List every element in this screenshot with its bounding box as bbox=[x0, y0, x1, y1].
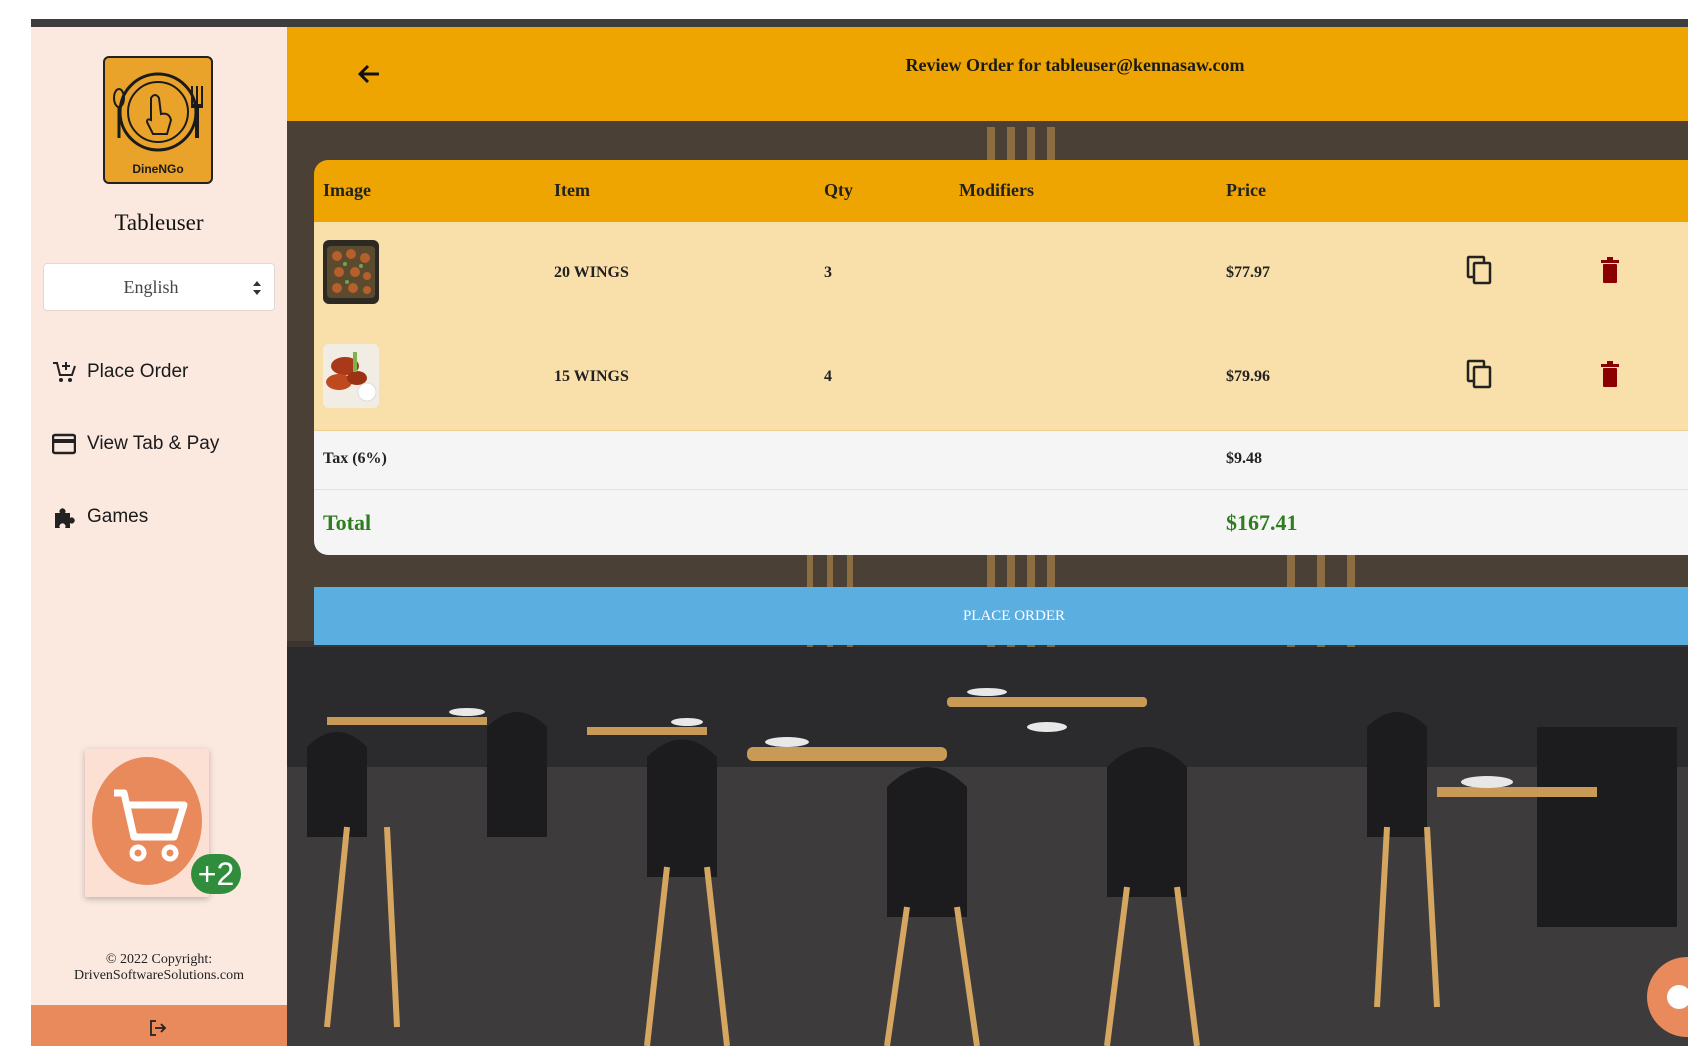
language-select[interactable]: English bbox=[43, 263, 275, 311]
copyright-line1: © 2022 Copyright: bbox=[105, 952, 213, 967]
item-qty: 3 bbox=[824, 264, 832, 281]
tax-value: $9.48 bbox=[1226, 450, 1262, 467]
total-value: $167.41 bbox=[1226, 510, 1298, 535]
main-content: Review Order for tableuser@kennasaw.com … bbox=[287, 27, 1688, 1046]
nav-label: Games bbox=[87, 506, 149, 527]
col-modifiers: Modifiers bbox=[959, 180, 1034, 200]
username: Tableuser bbox=[114, 210, 204, 235]
window-top-border bbox=[31, 19, 1688, 27]
copy-icon[interactable] bbox=[1466, 359, 1494, 389]
page-title: Review Order for tableuser@kennasaw.com bbox=[905, 55, 1245, 75]
copyright: © 2022 Copyright: DrivenSoftwareSolution… bbox=[31, 952, 287, 984]
sidebar: DineNGo Tableuser English Place Order Vi… bbox=[31, 27, 287, 1046]
order-table: Image Item Qty Modifiers Price 20 WINGS … bbox=[314, 160, 1688, 555]
language-value: English bbox=[123, 277, 179, 297]
item-price: $77.97 bbox=[1226, 264, 1270, 281]
nav-label: View Tab & Pay bbox=[87, 433, 220, 454]
table-row: 15 WINGS 4 $79.96 bbox=[314, 326, 1688, 431]
dinengo-logo: DineNGo bbox=[103, 56, 213, 184]
tax-label: Tax (6%) bbox=[323, 450, 387, 467]
total-row: Total $167.41 bbox=[314, 490, 1688, 555]
logo-text: DineNGo bbox=[132, 162, 184, 176]
item-name: 20 WINGS bbox=[554, 264, 629, 281]
item-thumbnail bbox=[323, 344, 379, 408]
cart-circle bbox=[92, 757, 202, 885]
trash-icon[interactable] bbox=[1601, 361, 1619, 387]
nav-view-tab-pay[interactable]: View Tab & Pay bbox=[51, 424, 271, 464]
trash-icon[interactable] bbox=[1601, 257, 1619, 283]
credit-card-icon bbox=[51, 431, 77, 457]
header-bar: Review Order for tableuser@kennasaw.com bbox=[287, 27, 1688, 121]
logout-button[interactable] bbox=[31, 1005, 287, 1046]
tax-row: Tax (6%) $9.48 bbox=[314, 431, 1688, 490]
copyright-line2: DrivenSoftwareSolutions.com bbox=[74, 968, 244, 983]
puzzle-icon bbox=[51, 504, 77, 530]
logout-icon bbox=[150, 1020, 167, 1036]
col-image: Image bbox=[323, 180, 371, 200]
select-arrows-icon bbox=[253, 281, 261, 295]
item-qty: 4 bbox=[824, 368, 832, 385]
nav-place-order[interactable]: Place Order bbox=[51, 352, 271, 392]
place-order-button[interactable]: PLACE ORDER bbox=[314, 587, 1688, 645]
cart-plus-icon bbox=[51, 359, 77, 385]
cart-count-badge: +2 bbox=[191, 854, 241, 894]
item-name: 15 WINGS bbox=[554, 368, 629, 385]
shopping-cart-icon bbox=[114, 789, 188, 862]
table-row: 20 WINGS 3 $77.97 bbox=[314, 222, 1688, 327]
nav-label: Place Order bbox=[87, 361, 189, 382]
col-item: Item bbox=[554, 180, 590, 200]
item-price: $79.96 bbox=[1226, 368, 1270, 385]
table-header: Image Item Qty Modifiers Price bbox=[314, 160, 1688, 222]
total-label: Total bbox=[323, 510, 372, 535]
nav-games[interactable]: Games bbox=[51, 497, 271, 537]
col-price: Price bbox=[1226, 180, 1266, 200]
chat-icon bbox=[1667, 985, 1688, 1009]
copy-icon[interactable] bbox=[1466, 255, 1494, 285]
col-qty: Qty bbox=[824, 180, 853, 200]
item-thumbnail bbox=[323, 240, 379, 304]
